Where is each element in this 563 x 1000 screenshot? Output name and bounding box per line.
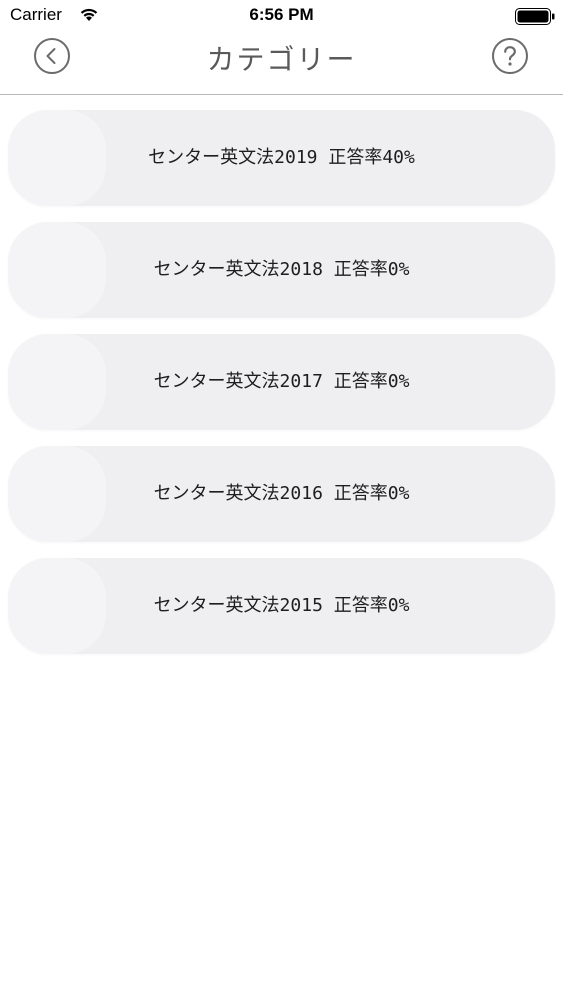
category-label: センター英文法2016 正答率0% <box>153 483 410 504</box>
category-list: センター英文法2019 正答率40% センター英文法2018 正答率0% センタ… <box>8 110 555 670</box>
category-label: センター英文法2017 正答率0% <box>153 371 410 392</box>
page-title: カテゴリー <box>206 43 357 76</box>
category-item-2018[interactable]: センター英文法2018 正答率0% <box>8 222 555 318</box>
status-bar: Carrier 6:56 PM <box>0 0 563 32</box>
category-item-2019[interactable]: センター英文法2019 正答率40% <box>8 110 555 206</box>
navigation-bar: カテゴリー <box>0 32 563 95</box>
help-button[interactable] <box>491 37 529 75</box>
category-label: センター英文法2018 正答率0% <box>153 259 410 280</box>
battery-icon <box>515 8 555 25</box>
category-item-2017[interactable]: センター英文法2017 正答率0% <box>8 334 555 430</box>
category-item-2016[interactable]: センター英文法2016 正答率0% <box>8 446 555 542</box>
question-circle-icon <box>492 38 528 74</box>
clock: 6:56 PM <box>249 5 314 24</box>
category-label: センター英文法2019 正答率40% <box>148 147 415 168</box>
category-label: センター英文法2015 正答率0% <box>153 595 410 616</box>
category-item-2015[interactable]: センター英文法2015 正答率0% <box>8 558 555 654</box>
